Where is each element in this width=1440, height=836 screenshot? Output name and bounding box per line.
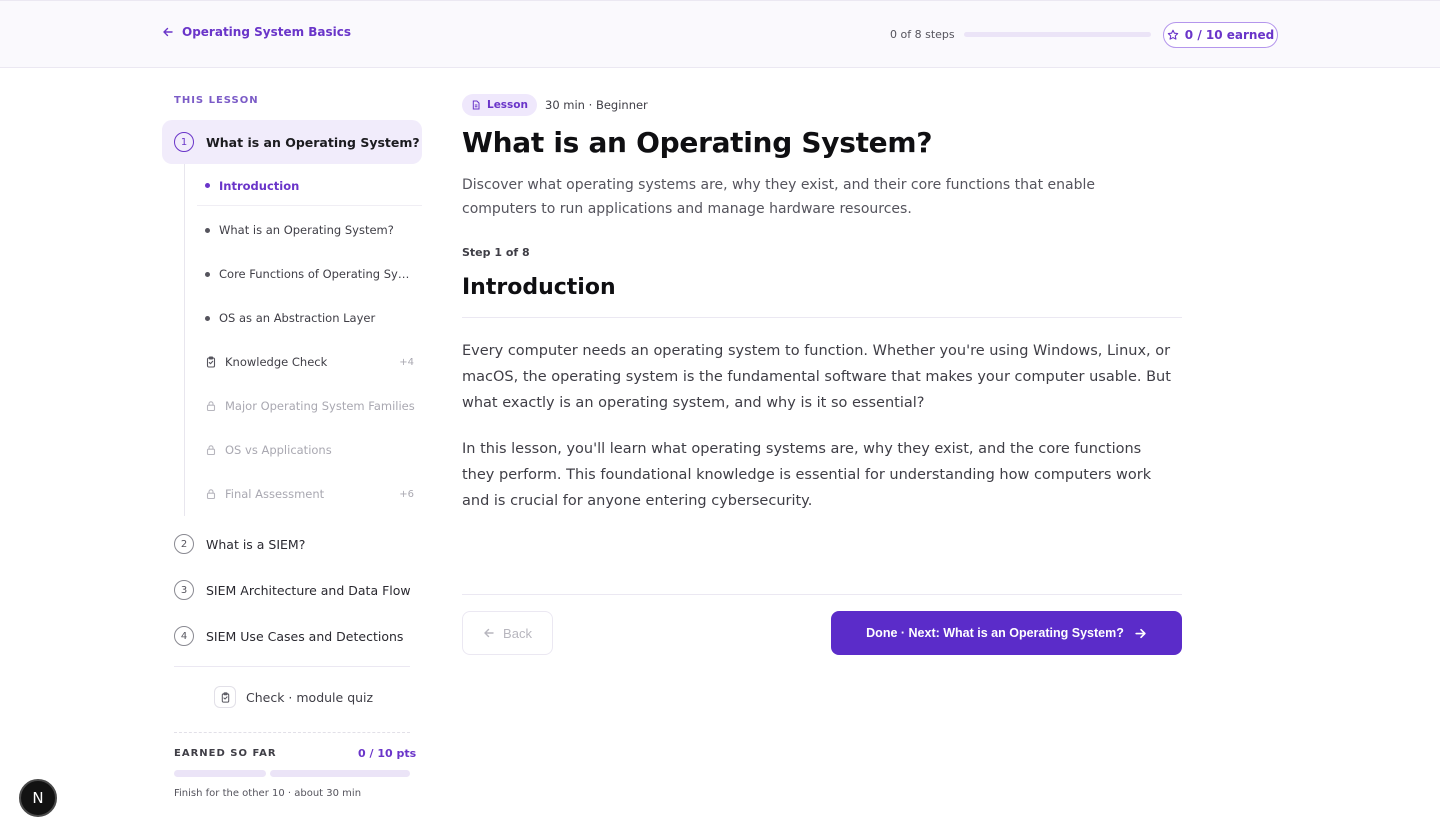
step-points: +4 [399,356,414,368]
sidebar-step-what-is-os[interactable]: What is an Operating System? [197,210,422,250]
sidebar-step-abstraction-layer[interactable]: OS as an Abstraction Layer [197,298,422,338]
chip-label: Lesson [487,99,529,111]
nav-divider [462,594,1182,595]
earned-note: Finish for the other 10 · about 30 min [174,788,362,799]
step-label: Knowledge Check [225,355,328,369]
lesson-type-chip: Lesson [462,94,538,116]
page-description: Discover what operating systems are, why… [462,177,1095,217]
page-title: What is an Operating System? [462,126,933,159]
lock-icon [206,489,216,500]
sidebar-step-core-functions[interactable]: Core Functions of Operating Sy… [197,254,422,294]
earned-points-label: 0 / 10 earned [1184,28,1275,42]
step-label: OS vs Applications [225,443,332,457]
nextjs-dev-indicator-button[interactable]: N [19,779,57,817]
module-quiz-label: Check · module quiz [246,689,374,705]
sidebar-step-final-assessment: Final Assessment +6 [197,474,422,514]
section-title: Introduction [462,275,616,300]
sidebar-divider [174,666,410,667]
lock-icon [206,401,216,412]
earned-heading: EARNED SO FAR [174,748,277,759]
back-link-label: Operating System Basics [182,25,352,39]
sidebar-dashed-divider [174,732,410,733]
back-button-label: Back [503,625,532,641]
earned-bar-segment-2 [270,770,410,777]
step-label: What is an Operating System? [219,223,394,237]
arrow-left-icon [163,27,173,37]
sidebar-step-os-vs-apps: OS vs Applications [197,430,422,470]
module-quiz-link[interactable]: Check · module quiz [214,686,373,708]
sidebar-step-introduction[interactable]: Introduction [197,166,422,206]
step-label: Final Assessment [225,487,325,501]
progress-bar [964,32,1151,37]
lesson-title: What is a SIEM? [206,536,306,552]
lesson-number: 4 [174,626,194,646]
quiz-icon-box [214,686,236,708]
back-to-module-link[interactable]: Operating System Basics [162,25,351,39]
arrow-right-icon [1135,628,1146,638]
lesson-number: 3 [174,580,194,600]
sidebar-step-knowledge-check[interactable]: Knowledge Check +4 [197,342,422,382]
sidebar-lesson-4[interactable]: 4 SIEM Use Cases and Detections [174,624,422,648]
bullet-icon [205,183,210,188]
lesson-title: SIEM Use Cases and Detections [206,628,404,644]
steps-counter: 0 of 8 steps [890,28,955,41]
sidebar-lesson-2[interactable]: 2 What is a SIEM? [174,532,422,556]
document-icon [472,100,480,110]
step-indicator: Step 1 of 8 [462,246,530,259]
lock-icon [206,445,216,456]
content-paragraph: Every computer needs an operating system… [462,343,1171,411]
sidebar-step-major-families: Major Operating System Families [197,386,422,426]
lesson-title: What is an Operating System? [206,134,420,150]
bullet-icon [205,315,210,321]
earned-bar-segment-1 [174,770,266,777]
earned-points-value: 0 / 10 pts [358,747,417,760]
step-points: +6 [399,488,414,500]
content-paragraph: In this lesson, you'll learn what operat… [462,441,1152,509]
section-divider [462,317,1182,318]
star-icon [1167,29,1179,40]
step-label: Major Operating System Families [225,399,415,413]
next-button-label: Done · Next: What is an Operating System… [866,626,1124,640]
top-bar: Operating System Basics 0 of 8 steps 0 /… [0,0,1440,68]
clipboard-icon [221,691,229,703]
fab-label: N [32,789,44,807]
steps-connector-line [184,164,185,516]
bullet-icon [205,227,210,233]
arrow-left-icon [484,628,494,638]
step-label: OS as an Abstraction Layer [219,311,376,325]
earned-points-badge[interactable]: 0 / 10 earned [1163,22,1278,48]
sidebar-lesson-3[interactable]: 3 SIEM Architecture and Data Flow [174,578,422,602]
back-button[interactable]: Back [462,611,553,655]
step-label: Core Functions of Operating Sy… [219,267,410,281]
lesson-number: 1 [174,132,194,152]
bullet-icon [205,271,210,277]
lesson-meta: 30 min · Beginner [545,98,648,112]
step-label: Introduction [219,178,300,193]
clipboard-icon [206,356,216,368]
sidebar-heading: THIS LESSON [174,95,259,106]
lesson-title: SIEM Architecture and Data Flow [206,582,411,598]
lesson-number: 2 [174,534,194,554]
next-step-button[interactable]: Done · Next: What is an Operating System… [831,611,1182,655]
sidebar-lesson-1[interactable]: 1 What is an Operating System? [162,120,422,164]
